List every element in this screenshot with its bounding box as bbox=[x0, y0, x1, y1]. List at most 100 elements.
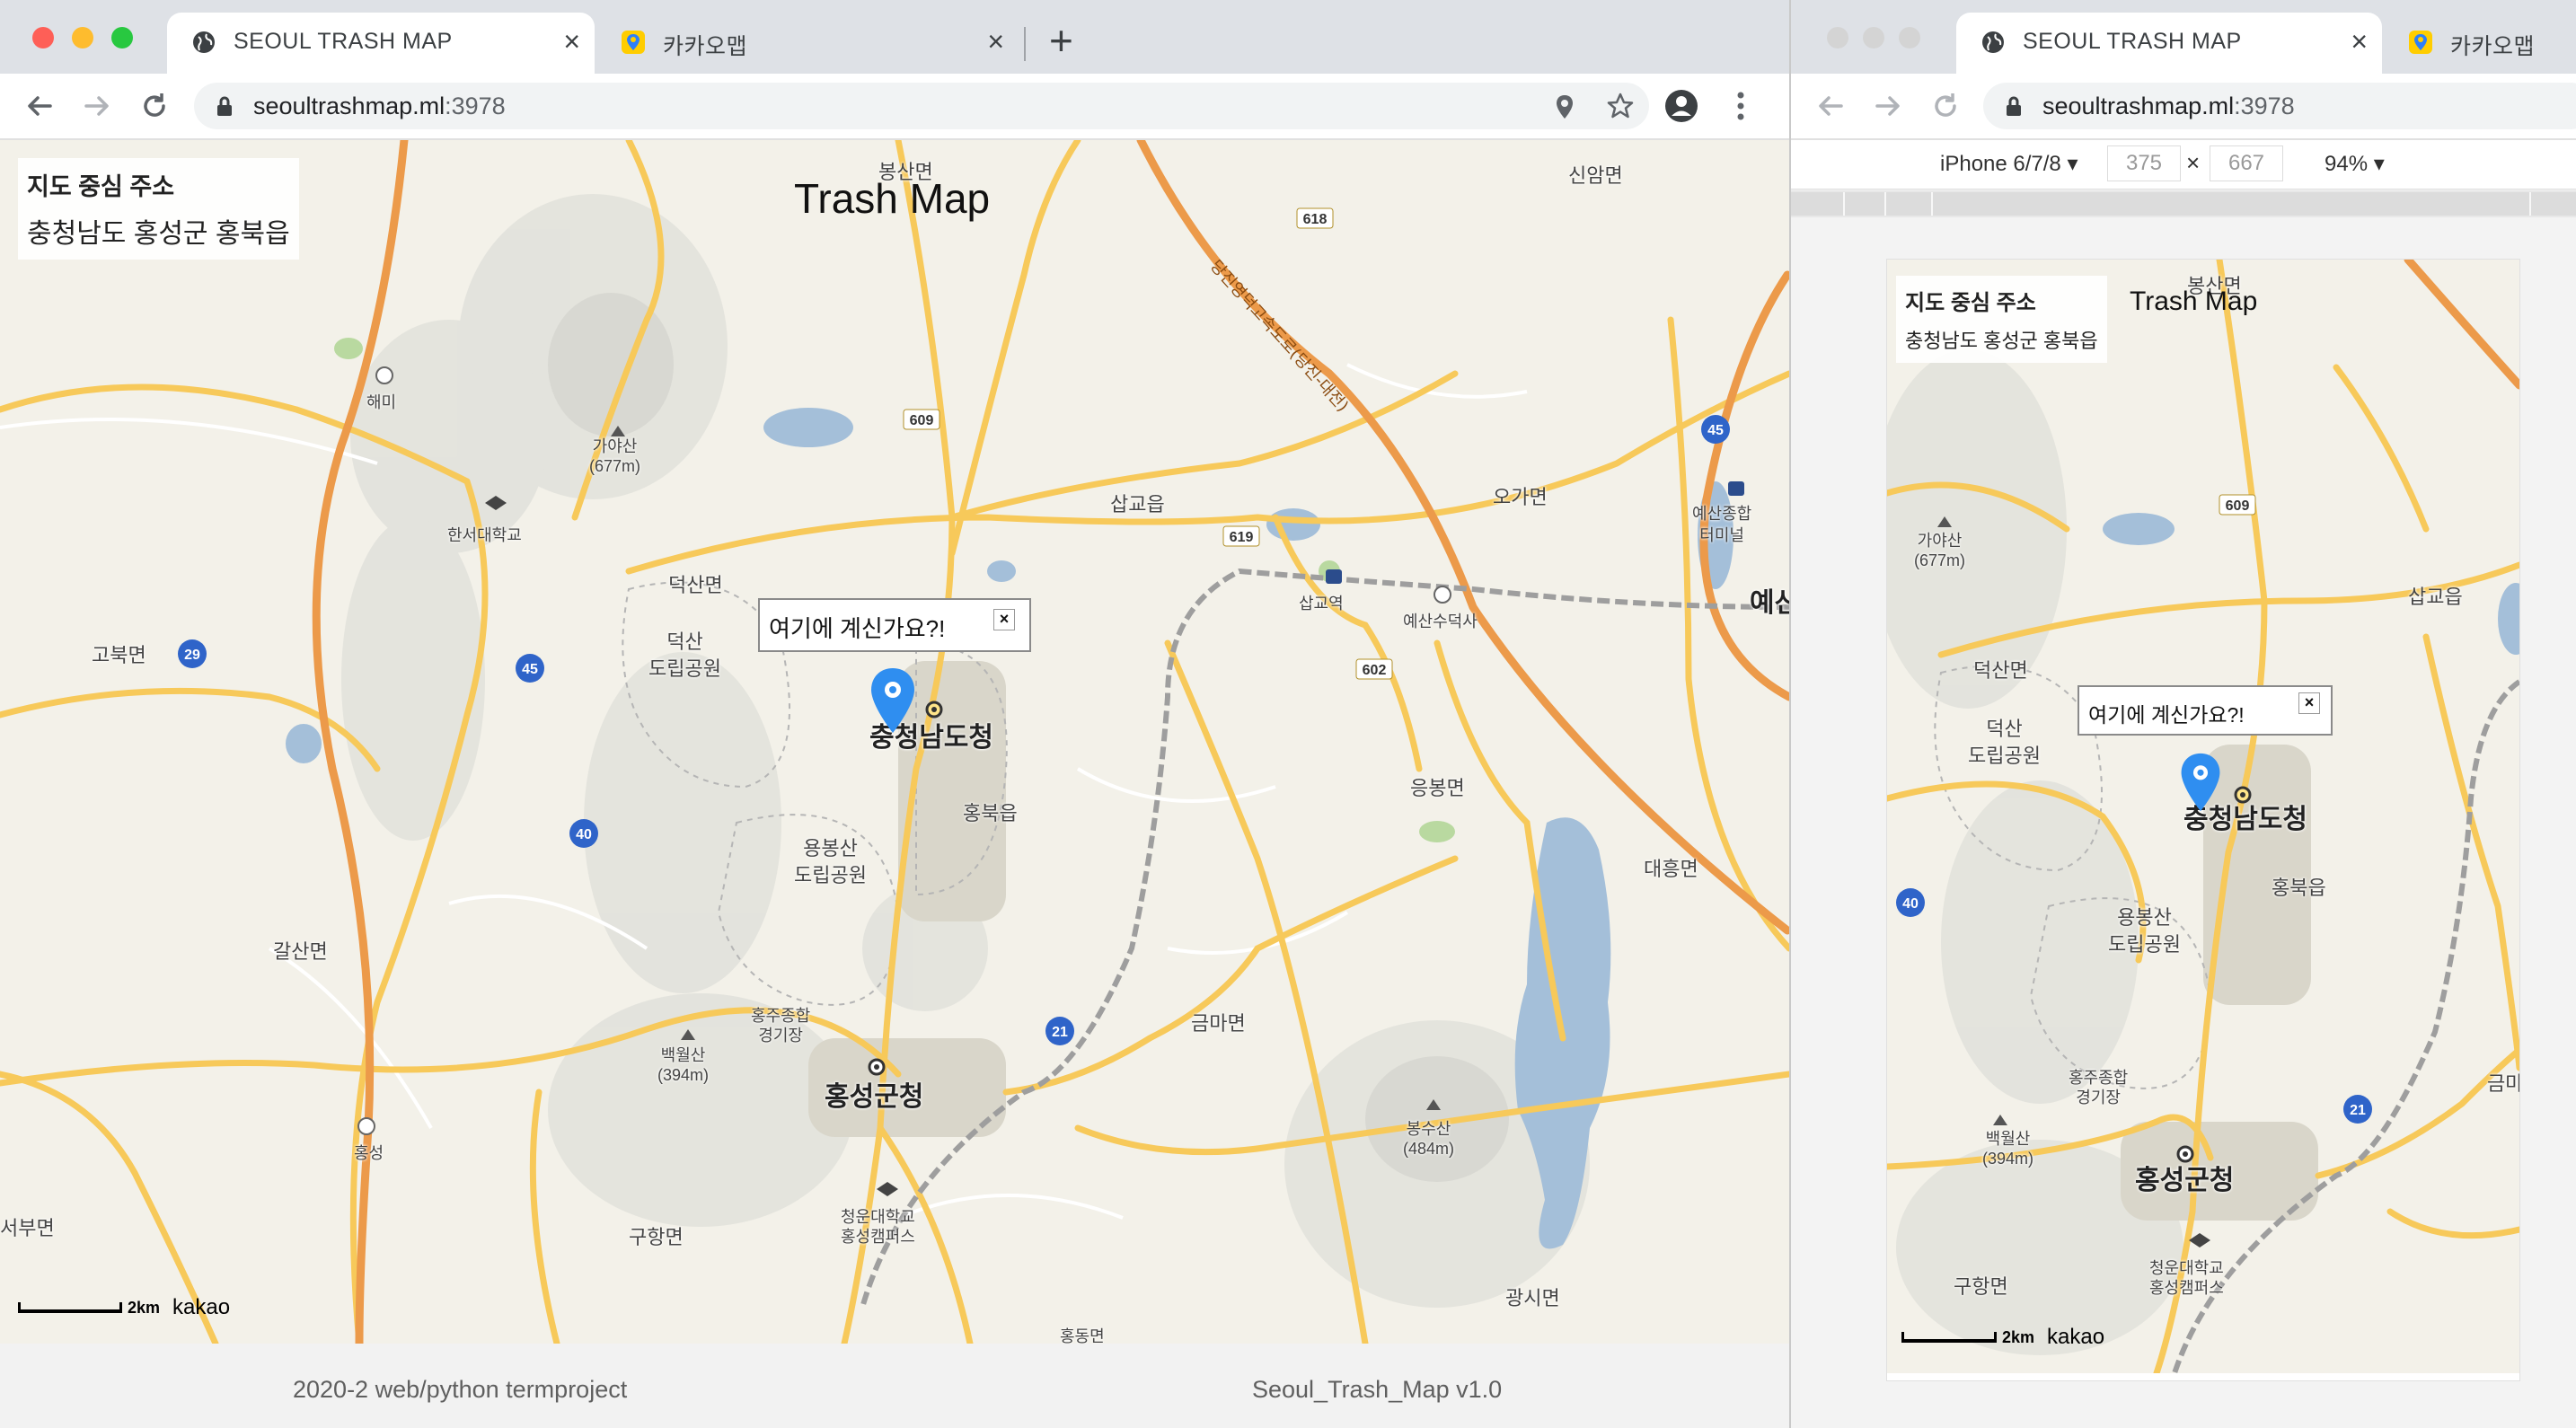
reload-icon[interactable] bbox=[138, 90, 171, 122]
infowindow-text: 여기에 계신가요?! bbox=[2088, 703, 2245, 727]
place-label: 덕산면 bbox=[1973, 659, 2028, 682]
address-bar[interactable]: seoultrashmap.ml:3978 bbox=[1983, 83, 2576, 129]
lock-icon bbox=[2007, 96, 2021, 116]
location-infowindow: 여기에 계신가요?! × bbox=[758, 598, 1031, 652]
svg-text:29: 29 bbox=[184, 648, 200, 663]
place-label: 예산종합 터미널 bbox=[1692, 505, 1752, 544]
menu-kebab-icon[interactable] bbox=[1735, 90, 1746, 122]
profile-avatar-icon[interactable] bbox=[1663, 88, 1699, 124]
footer-credit: 2020-2 web/python termproject bbox=[293, 1376, 628, 1403]
reload-icon[interactable] bbox=[1929, 90, 1962, 122]
device-height-input[interactable]: 667 bbox=[2210, 145, 2283, 181]
place-label: 광시면 bbox=[1505, 1287, 1560, 1309]
mobile-viewport: 609 40 21 봉산면 가야산 (677m) 삽교읍 덕산면 덕산 도립공원… bbox=[1886, 259, 2520, 1381]
kakao-map-mobile[interactable]: 609 40 21 봉산면 가야산 (677m) 삽교읍 덕산면 덕산 도립공원… bbox=[1887, 260, 2519, 1373]
center-address-box: 지도 중심 주소 충청남도 홍성군 홍북읍 bbox=[1896, 276, 2107, 363]
device-toolbar: iPhone 6/7/8 ▾ 375 × 667 94% ▾ bbox=[1791, 140, 2576, 190]
place-label: 홍북읍 bbox=[2272, 877, 2326, 899]
place-label: 홍주종합 경기장 bbox=[2069, 1069, 2129, 1106]
tab-seoul-trash-map[interactable]: SEOUL TRASH MAP × bbox=[167, 13, 595, 74]
star-bookmark-icon[interactable] bbox=[1606, 92, 1635, 120]
kakaomap-pin-icon bbox=[622, 31, 645, 54]
browser-window-mobile-preview: SEOUL TRASH MAP × 카카오맵 seoultrashmap.ml:… bbox=[1791, 0, 2576, 1428]
scale-text: 2km bbox=[128, 1298, 161, 1317]
tab-close-button[interactable]: × bbox=[2351, 23, 2368, 59]
svg-text:609: 609 bbox=[910, 413, 934, 428]
tab-kakaomap[interactable]: 카카오맵 bbox=[2384, 13, 2576, 74]
zoom-select[interactable]: 94% ▾ bbox=[2325, 151, 2385, 177]
tab-strip: SEOUL TRASH MAP × 카카오맵 bbox=[1791, 0, 2576, 74]
maximize-window-button[interactable] bbox=[111, 27, 133, 48]
place-label: 구항면 bbox=[629, 1226, 684, 1248]
map-scale: 2km kakao bbox=[18, 1295, 230, 1320]
back-arrow-icon[interactable] bbox=[23, 90, 56, 122]
kakaomap-pin-icon bbox=[2409, 31, 2432, 54]
forward-arrow-icon[interactable] bbox=[1872, 90, 1904, 122]
tab-title: 카카오맵 bbox=[663, 34, 748, 59]
place-label-major: 홍성군청 bbox=[825, 1082, 924, 1112]
device-select[interactable]: iPhone 6/7/8 ▾ bbox=[1940, 151, 2078, 177]
back-arrow-icon[interactable] bbox=[1814, 90, 1847, 122]
svg-text:45: 45 bbox=[522, 662, 538, 677]
tab-close-button[interactable]: × bbox=[563, 23, 580, 59]
browser-toolbar: seoultrashmap.ml:3978 bbox=[1791, 74, 2576, 140]
footer-version: Seoul_Trash_Map v1.0 bbox=[1252, 1376, 1503, 1403]
kakao-logo: kakao bbox=[172, 1295, 231, 1319]
center-address-label: 지도 중심 주소 bbox=[27, 173, 175, 200]
svg-text:21: 21 bbox=[2350, 1103, 2366, 1118]
place-label: 금마면 bbox=[1191, 1012, 1246, 1035]
svg-text:21: 21 bbox=[1052, 1025, 1068, 1040]
url-text: seoultrashmap.ml:3978 bbox=[253, 93, 506, 119]
place-label: 가야산 (677m) bbox=[1914, 532, 1966, 569]
kakao-map[interactable]: 618 609 619 602 29 45 40 21 45 당진영덕고속도로(… bbox=[0, 140, 1789, 1344]
device-width-input[interactable]: 375 bbox=[2107, 145, 2181, 181]
globe-icon bbox=[1982, 31, 2004, 53]
address-bar[interactable]: seoultrashmap.ml:3978 bbox=[194, 83, 1649, 129]
place-label-major: 예산 bbox=[1750, 588, 1789, 618]
place-label: 갈산면 bbox=[273, 940, 328, 963]
location-pin-icon[interactable] bbox=[1552, 93, 1577, 120]
close-window-button[interactable] bbox=[32, 27, 54, 48]
road-shield-618: 618 bbox=[1303, 212, 1328, 227]
media-query-ruler bbox=[1791, 190, 2576, 217]
url-text: seoultrashmap.ml:3978 bbox=[2042, 93, 2295, 119]
kakao-logo: kakao bbox=[2047, 1325, 2105, 1349]
place-label: 덕산 도립공원 bbox=[1968, 718, 2041, 767]
tab-title: SEOUL TRASH MAP bbox=[234, 29, 453, 54]
tab-close-button[interactable]: × bbox=[987, 23, 1004, 59]
location-marker-icon[interactable] bbox=[868, 666, 918, 735]
place-label: 홍동면 bbox=[1060, 1327, 1105, 1344]
tab-seoul-trash-map[interactable]: SEOUL TRASH MAP × bbox=[1956, 13, 2382, 74]
place-label: 응봉면 bbox=[1410, 777, 1465, 799]
forward-arrow-icon[interactable] bbox=[81, 90, 113, 122]
place-label-major: 홍성군청 bbox=[2135, 1166, 2235, 1195]
tab-kakaomap[interactable]: 카카오맵 × bbox=[596, 13, 1019, 74]
maximize-window-button[interactable] bbox=[1899, 27, 1920, 48]
scale-bar-line bbox=[1901, 1332, 1997, 1343]
place-label: 홍성 bbox=[354, 1144, 384, 1162]
tab-title: SEOUL TRASH MAP bbox=[2023, 29, 2242, 54]
place-label: 서부면 bbox=[0, 1217, 55, 1239]
place-label: 홍북읍 bbox=[963, 802, 1018, 824]
tab-separator bbox=[1024, 27, 1026, 61]
place-label: 금마 bbox=[2487, 1072, 2519, 1095]
place-label: 백월산 (394m) bbox=[1982, 1130, 2034, 1168]
place-label: 신암면 bbox=[1568, 164, 1623, 187]
svg-text:619: 619 bbox=[1230, 530, 1254, 545]
svg-text:40: 40 bbox=[1902, 896, 1919, 912]
close-window-button[interactable] bbox=[1827, 27, 1848, 48]
infowindow-close-button[interactable]: × bbox=[2298, 692, 2320, 714]
location-infowindow: 여기에 계신가요?! × bbox=[2078, 685, 2333, 736]
location-marker-icon[interactable] bbox=[2178, 752, 2223, 813]
browser-window-main: SEOUL TRASH MAP × 카카오맵 × + seoultrashmap… bbox=[0, 0, 1791, 1428]
browser-toolbar: seoultrashmap.ml:3978 bbox=[0, 74, 1789, 140]
place-label: 청운대학교 홍성캠퍼스 bbox=[2149, 1259, 2224, 1297]
center-address-box: 지도 중심 주소 충청남도 홍성군 홍북읍 bbox=[18, 158, 299, 260]
minimize-window-button[interactable] bbox=[72, 27, 93, 48]
place-label: 홍주종합 경기장 bbox=[751, 1007, 811, 1045]
minimize-window-button[interactable] bbox=[1863, 27, 1884, 48]
infowindow-close-button[interactable]: × bbox=[993, 609, 1015, 630]
center-address-value: 충청남도 홍성군 홍북읍 bbox=[27, 219, 290, 249]
place-label: 구항면 bbox=[1954, 1275, 2008, 1298]
new-tab-button[interactable]: + bbox=[1049, 18, 1073, 63]
